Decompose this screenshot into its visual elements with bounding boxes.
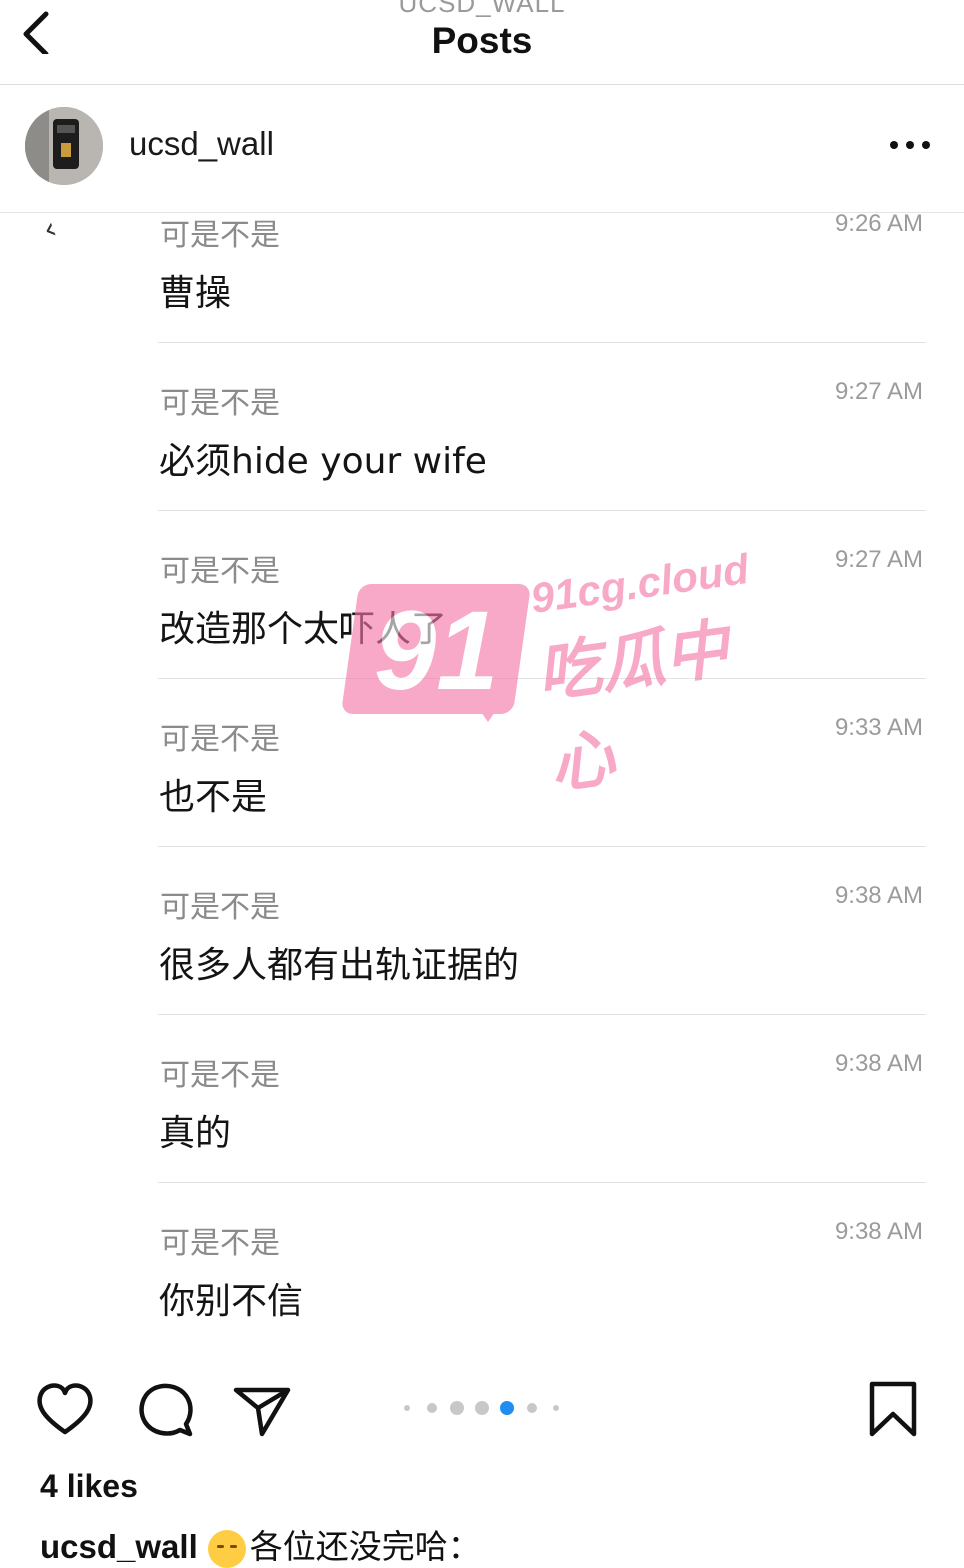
face-emoji-icon bbox=[207, 1529, 246, 1568]
message-sender: 可是不是 bbox=[160, 218, 280, 253]
message-time: 9:27 AM bbox=[834, 546, 923, 573]
carousel-indicator bbox=[400, 1400, 570, 1416]
carousel-dot bbox=[404, 1405, 410, 1411]
message-time: 9:38 AM bbox=[834, 882, 923, 909]
likes-count[interactable]: 4 likes bbox=[40, 1468, 138, 1505]
message-time: 9:38 AM bbox=[834, 1218, 923, 1245]
message-text: 很多人都有出轨证据的 bbox=[159, 945, 520, 986]
message-item: 可是不是 9:26 AM 曹操 bbox=[158, 212, 926, 343]
message-sender: 可是不是 bbox=[160, 1226, 280, 1261]
carousel-dot bbox=[553, 1405, 559, 1411]
message-sender: 可是不是 bbox=[160, 722, 280, 757]
message-item: 可是不是 9:27 AM 必须hide your wife bbox=[158, 342, 926, 511]
heart-icon bbox=[37, 1383, 93, 1435]
send-icon bbox=[233, 1387, 291, 1437]
avatar-image bbox=[25, 107, 103, 185]
message-list: ‹ 可是不是 9:26 AM 曹操 可是不是 9:27 AM 必须hide yo… bbox=[0, 212, 964, 1342]
message-text: 你别不信 bbox=[159, 1281, 304, 1322]
message-time: 9:27 AM bbox=[834, 378, 923, 405]
chevron-left-icon: ‹ bbox=[38, 212, 62, 248]
more-options-button[interactable] bbox=[884, 131, 936, 161]
message-item: 可是不是 9:38 AM 很多人都有出轨证据的 bbox=[158, 846, 926, 1015]
carousel-dot bbox=[527, 1403, 537, 1413]
watermark-logo: 91 91cg.cloud 吃瓜中心 bbox=[340, 510, 790, 803]
more-dot bbox=[922, 141, 930, 149]
top-nav-bar: UCSD_WALL Posts bbox=[0, 0, 964, 85]
message-text: 曹操 bbox=[159, 273, 232, 314]
account-subtitle: UCSD_WALL bbox=[398, 0, 566, 18]
comment-icon bbox=[139, 1383, 193, 1437]
more-dot bbox=[906, 141, 914, 149]
avatar[interactable] bbox=[25, 107, 103, 185]
message-text: 真的 bbox=[159, 1113, 232, 1154]
post-username[interactable]: ucsd_wall bbox=[129, 125, 274, 163]
bookmark-icon bbox=[869, 1381, 917, 1437]
post-header: ucsd_wall bbox=[0, 85, 964, 213]
message-sender: 可是不是 bbox=[160, 554, 280, 589]
message-item: 可是不是 9:38 AM 你别不信 bbox=[158, 1182, 926, 1342]
carousel-dot bbox=[475, 1401, 489, 1415]
comment-button[interactable] bbox=[134, 1378, 196, 1440]
message-sender: 可是不是 bbox=[160, 1058, 280, 1093]
message-time: 9:26 AM bbox=[834, 212, 923, 237]
carousel-dot bbox=[427, 1403, 437, 1413]
share-button[interactable] bbox=[232, 1378, 294, 1440]
message-time: 9:33 AM bbox=[834, 714, 923, 741]
post-caption: ucsd_wall 各位还没完哈： bbox=[40, 1520, 481, 1568]
caption-username[interactable]: ucsd_wall bbox=[40, 1528, 198, 1565]
message-text: 也不是 bbox=[159, 777, 268, 818]
message-item: 可是不是 9:38 AM 真的 bbox=[158, 1014, 926, 1183]
message-sender: 可是不是 bbox=[160, 386, 280, 421]
more-horizontal-icon bbox=[890, 141, 898, 149]
message-sender: 可是不是 bbox=[160, 890, 280, 925]
message-time: 9:38 AM bbox=[834, 1050, 923, 1077]
carousel-dot bbox=[450, 1401, 464, 1415]
message-text: 必须hide your wife bbox=[159, 441, 487, 482]
carousel-dot-active bbox=[500, 1401, 514, 1415]
post-action-bar bbox=[0, 1372, 964, 1444]
save-button[interactable] bbox=[862, 1378, 924, 1440]
watermark-label: 吃瓜中心 bbox=[532, 612, 733, 804]
caption-text: 各位还没完哈： bbox=[249, 1527, 481, 1566]
watermark-number: 91 bbox=[374, 588, 499, 713]
page-title: Posts bbox=[431, 20, 533, 61]
like-button[interactable] bbox=[34, 1378, 96, 1440]
